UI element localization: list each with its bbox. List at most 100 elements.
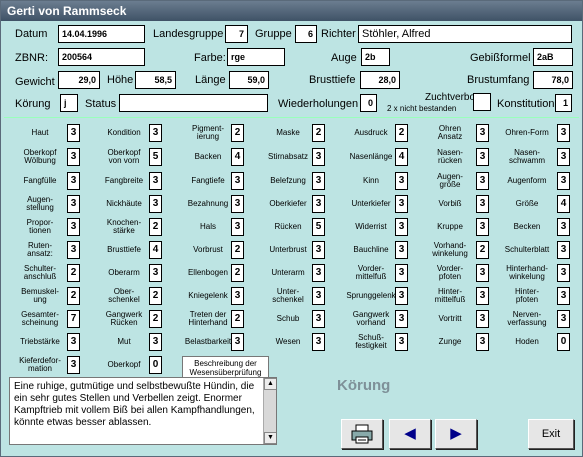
grid-value-field[interactable]: 0 [557, 333, 570, 351]
grid-value-field[interactable]: 3 [312, 287, 325, 305]
datum-field[interactable]: 14.04.1996 [58, 25, 145, 43]
grid-value-field[interactable]: 3 [231, 172, 244, 190]
grid-value-field[interactable]: 3 [395, 333, 408, 351]
grid-value-field[interactable]: 3 [312, 195, 325, 213]
grid-value-field[interactable]: 2 [149, 218, 162, 236]
grid-value-field[interactable]: 4 [231, 148, 244, 166]
grid-value-field[interactable]: 3 [557, 172, 570, 190]
farbe-field[interactable]: rge [227, 48, 285, 66]
grid-value-field[interactable]: 3 [476, 264, 489, 282]
grid-value-field[interactable]: 3 [395, 310, 408, 328]
grid-value-field[interactable]: 2 [231, 241, 244, 259]
grid-value-field[interactable]: 4 [149, 241, 162, 259]
zbnr-field[interactable]: 200564 [58, 48, 145, 66]
grid-value-field[interactable]: 2 [231, 310, 244, 328]
grid-value-field[interactable]: 3 [476, 124, 489, 142]
grid-value-field[interactable]: 3 [67, 195, 80, 213]
grid-value-field[interactable]: 3 [312, 172, 325, 190]
grid-value-field[interactable]: 3 [395, 172, 408, 190]
grid-value-field[interactable]: 3 [149, 195, 162, 213]
grid-value-field[interactable]: 3 [231, 218, 244, 236]
grid-value-field[interactable]: 3 [476, 310, 489, 328]
print-button[interactable] [341, 419, 383, 449]
grid-value-field[interactable]: 3 [476, 287, 489, 305]
grid-value-field[interactable]: 3 [67, 241, 80, 259]
grid-value-field[interactable]: 0 [149, 356, 162, 374]
grid-value-field[interactable]: 3 [395, 218, 408, 236]
wesen-scrollbar[interactable]: ▲ ▼ [263, 378, 276, 444]
grid-value-field[interactable]: 3 [395, 195, 408, 213]
grid-value-field[interactable]: 2 [476, 241, 489, 259]
grid-value-field[interactable]: 5 [149, 148, 162, 166]
grid-value-field[interactable]: 2 [149, 310, 162, 328]
landesgruppe-field[interactable]: 7 [225, 25, 248, 43]
grid-value-field[interactable]: 3 [67, 333, 80, 351]
grid-value-field[interactable]: 3 [67, 172, 80, 190]
grid-value-field[interactable]: 3 [557, 241, 570, 259]
koerung-field[interactable]: j [60, 94, 78, 112]
hoehe-field[interactable]: 58,5 [135, 71, 176, 89]
grid-value-field[interactable]: 3 [149, 172, 162, 190]
grid-value-field[interactable]: 2 [231, 124, 244, 142]
brusttiefe-field[interactable]: 28,0 [360, 71, 400, 89]
grid-value-field[interactable]: 3 [312, 333, 325, 351]
gruppe-field[interactable]: 6 [295, 25, 317, 43]
grid-value-field[interactable]: 3 [476, 195, 489, 213]
grid-value-field[interactable]: 3 [557, 124, 570, 142]
grid-value-field[interactable]: 5 [312, 218, 325, 236]
grid-value-field[interactable]: 2 [231, 264, 244, 282]
scroll-down-icon[interactable]: ▼ [264, 432, 276, 444]
grid-value-field[interactable]: 3 [476, 218, 489, 236]
grid-value-field[interactable]: 7 [67, 310, 80, 328]
grid-value-field[interactable]: 3 [67, 124, 80, 142]
grid-value-field[interactable]: 4 [395, 148, 408, 166]
grid-value-field[interactable]: 3 [67, 218, 80, 236]
laenge-field[interactable]: 59,0 [229, 71, 269, 89]
konstitution-field[interactable]: 1 [555, 94, 572, 112]
grid-value-field[interactable]: 3 [476, 148, 489, 166]
grid-value-field[interactable]: 4 [557, 195, 570, 213]
grid-value-field[interactable]: 3 [312, 310, 325, 328]
auge-field[interactable]: 2b [361, 48, 390, 66]
wesen-textarea[interactable]: Eine ruhige, gutmütige und selbstbewußte… [9, 377, 277, 445]
grid-value-field[interactable]: 3 [395, 264, 408, 282]
grid-value-field[interactable]: 3 [557, 218, 570, 236]
grid-value-field[interactable]: 3 [149, 124, 162, 142]
grid-value-field[interactable]: 3 [557, 148, 570, 166]
prev-button[interactable]: ◀ [389, 419, 431, 449]
grid-value-field[interactable]: 3 [231, 287, 244, 305]
grid-value-field[interactable]: 3 [312, 264, 325, 282]
grid-value-field[interactable]: 2 [67, 287, 80, 305]
brustumfang-field[interactable]: 78,0 [533, 71, 573, 89]
grid-value-field[interactable]: 2 [67, 264, 80, 282]
scroll-up-icon[interactable]: ▲ [264, 378, 276, 390]
grid-value-field[interactable]: 3 [149, 333, 162, 351]
grid-value-field[interactable]: 3 [476, 333, 489, 351]
grid-value-field[interactable]: 3 [557, 310, 570, 328]
grid-value-field[interactable]: 3 [67, 148, 80, 166]
grid-value-field[interactable]: 3 [312, 148, 325, 166]
grid-value-field[interactable]: 3 [476, 172, 489, 190]
next-button[interactable]: ▶ [435, 419, 477, 449]
exit-button[interactable]: Exit [528, 419, 574, 449]
tab-wesen[interactable]: Beschreibung der Wesensüberprüfung [182, 356, 269, 378]
grid-value-field[interactable]: 2 [395, 124, 408, 142]
grid-value-field[interactable]: 3 [557, 287, 570, 305]
grid-value-field[interactable]: 3 [231, 195, 244, 213]
gebiss-field[interactable]: 2aB [533, 48, 573, 66]
gewicht-field[interactable]: 29,0 [58, 71, 100, 89]
grid-value-field[interactable]: 3 [557, 264, 570, 282]
grid-value-field[interactable]: 3 [231, 333, 244, 351]
grid-label: Nerven- verfassung [507, 310, 547, 327]
status-field[interactable] [119, 94, 268, 112]
zuchtverbot-field[interactable] [473, 93, 491, 111]
grid-value-field[interactable]: 3 [312, 241, 325, 259]
wiederholungen-field[interactable]: 0 [360, 94, 377, 112]
grid-value-field[interactable]: 3 [149, 264, 162, 282]
grid-value-field[interactable]: 2 [149, 287, 162, 305]
grid-value-field[interactable]: 2 [312, 124, 325, 142]
grid-value-field[interactable]: 3 [395, 241, 408, 259]
richter-field[interactable]: Stöhler, Alfred [358, 25, 572, 43]
grid-value-field[interactable]: 3 [67, 356, 80, 374]
grid-value-field[interactable]: 3 [395, 287, 408, 305]
